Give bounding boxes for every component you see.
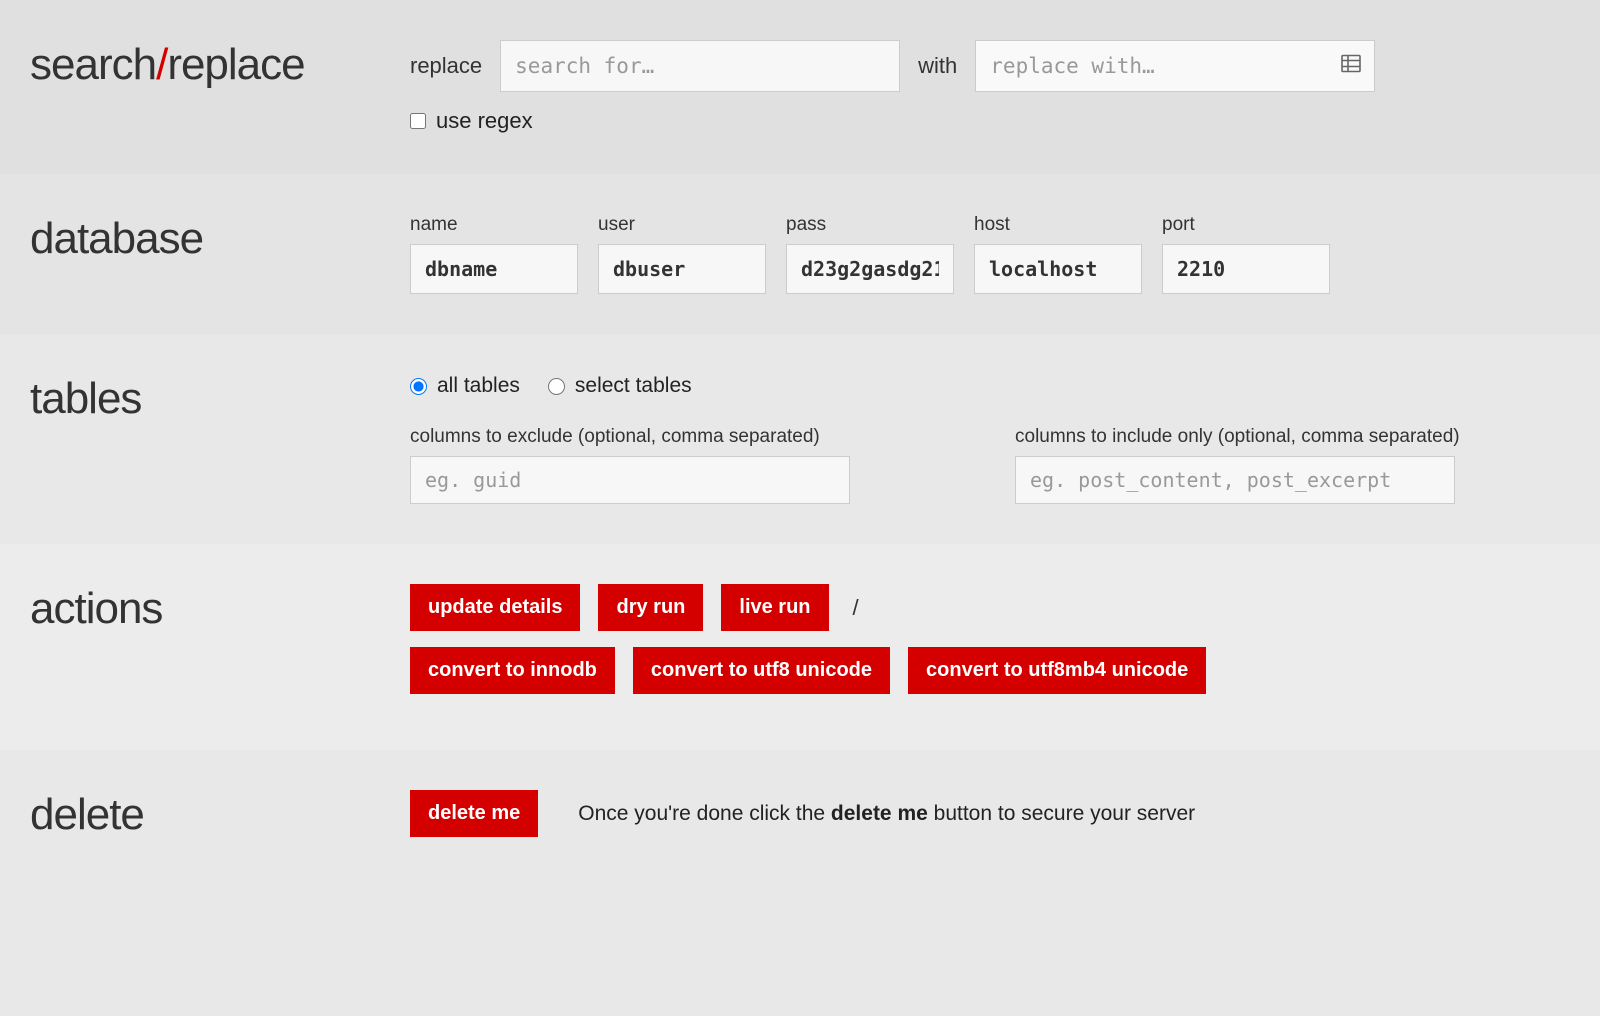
db-port-input[interactable] [1162,244,1330,294]
db-host-input[interactable] [974,244,1142,294]
db-host-label: host [974,214,1142,236]
actions-separator: / [847,595,865,621]
exclude-input[interactable] [410,456,850,504]
radio-select-tables[interactable] [548,378,565,395]
radio-all-tables-label: all tables [437,374,520,398]
include-label: columns to include only (optional, comma… [1015,426,1570,448]
actions-heading: actions [30,584,410,634]
db-name-input[interactable] [410,244,578,294]
section-search: search/replace replace with use regex [0,0,1600,174]
section-actions: actions update details dry run live run … [0,544,1600,750]
convert-innodb-button[interactable]: convert to innodb [410,647,615,694]
replace-label: replace [410,53,482,79]
db-user-input[interactable] [598,244,766,294]
tables-heading: tables [30,374,410,424]
db-name-label: name [410,214,578,236]
live-run-button[interactable]: live run [721,584,828,631]
section-database: database name user pass host port [0,174,1600,334]
section-delete: delete delete me Once you're done click … [0,750,1600,880]
search-input[interactable] [500,40,900,92]
exclude-label: columns to exclude (optional, comma sepa… [410,426,965,448]
delete-me-button[interactable]: delete me [410,790,538,837]
with-label: with [918,53,957,79]
delete-heading: delete [30,790,410,840]
delete-instruction: Once you're done click the delete me but… [578,802,1195,826]
search-replace-title: search/replace [30,40,410,90]
regex-checkbox[interactable] [410,113,426,129]
db-pass-input[interactable] [786,244,954,294]
regex-label: use regex [436,108,533,134]
update-details-button[interactable]: update details [410,584,580,631]
db-user-label: user [598,214,766,236]
convert-utf8-button[interactable]: convert to utf8 unicode [633,647,890,694]
db-port-label: port [1162,214,1330,236]
convert-utf8mb4-button[interactable]: convert to utf8mb4 unicode [908,647,1206,694]
replace-input[interactable] [975,40,1375,92]
section-tables: tables all tables select tables columns … [0,334,1600,544]
table-icon[interactable] [1341,55,1361,78]
include-input[interactable] [1015,456,1455,504]
db-pass-label: pass [786,214,954,236]
radio-select-tables-label: select tables [575,374,692,398]
radio-all-tables[interactable] [410,378,427,395]
database-heading: database [30,214,410,264]
dry-run-button[interactable]: dry run [598,584,703,631]
